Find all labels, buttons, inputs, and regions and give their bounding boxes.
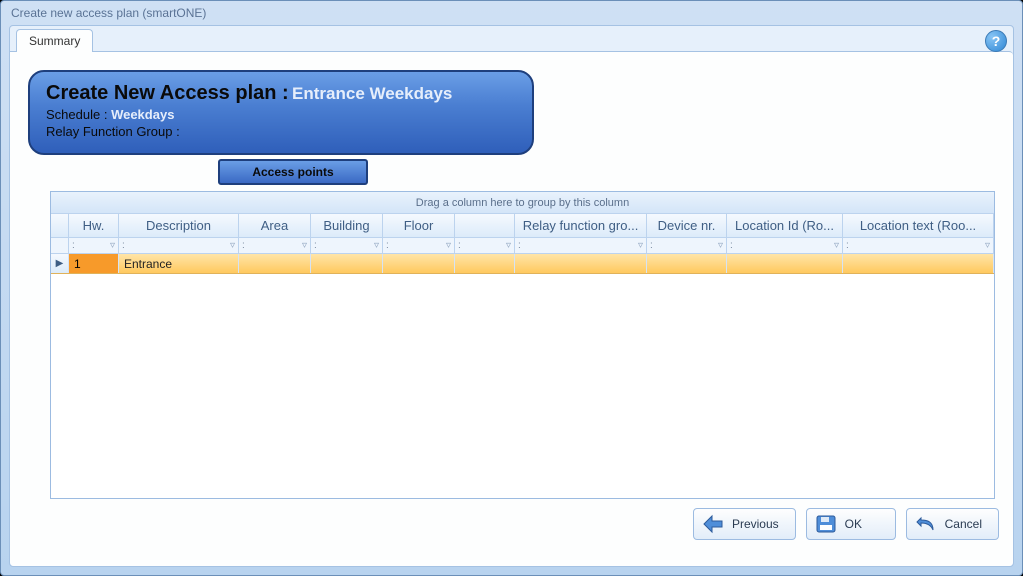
cell-floor[interactable]: [383, 254, 455, 273]
col-description[interactable]: Description: [119, 214, 239, 237]
previous-label: Previous: [732, 517, 779, 531]
tabs-row: Summary ?: [10, 26, 1013, 52]
previous-button[interactable]: Previous: [693, 508, 796, 540]
filter-icon[interactable]: ▿: [446, 240, 451, 251]
col-device-nr[interactable]: Device nr.: [647, 214, 727, 237]
filter-icon[interactable]: ▿: [718, 240, 723, 251]
window-titlebar: Create new access plan (smartONE): [1, 1, 1022, 25]
col-indicator: [51, 214, 69, 237]
section-tab-access-points[interactable]: Access points: [218, 159, 368, 185]
col-area[interactable]: Area: [239, 214, 311, 237]
tab-summary[interactable]: Summary: [16, 29, 93, 52]
tab-content: Create New Access plan : Entrance Weekda…: [10, 51, 1013, 566]
col-building[interactable]: Building: [311, 214, 383, 237]
filter-hw[interactable]: :▿: [69, 238, 119, 253]
filter-icon[interactable]: ▿: [834, 240, 839, 251]
filter-floor[interactable]: :▿: [383, 238, 455, 253]
filter-icon[interactable]: ▿: [302, 240, 307, 251]
grid-header-row: Hw. Description Area Building Floor Rela…: [51, 214, 994, 238]
cell-blank[interactable]: [455, 254, 515, 273]
col-blank[interactable]: [455, 214, 515, 237]
dialog-body: Summary ? Create New Access plan : Entra…: [9, 25, 1014, 567]
filter-description[interactable]: :▿: [119, 238, 239, 253]
save-icon: [815, 514, 837, 534]
help-icon[interactable]: ?: [985, 30, 1007, 52]
schedule-label: Schedule :: [46, 107, 107, 122]
arrow-left-icon: [702, 514, 724, 534]
ok-label: OK: [845, 517, 862, 531]
cell-area[interactable]: [239, 254, 311, 273]
schedule-value: Weekdays: [111, 107, 174, 122]
cell-location-text[interactable]: [843, 254, 994, 273]
filter-device-nr[interactable]: :▿: [647, 238, 727, 253]
filter-icon[interactable]: ▿: [374, 240, 379, 251]
cell-location-id[interactable]: [727, 254, 843, 273]
filter-indicator: [51, 238, 69, 253]
col-relay-function-group[interactable]: Relay function gro...: [515, 214, 647, 237]
filter-relay-function-group[interactable]: :▿: [515, 238, 647, 253]
window: Create new access plan (smartONE) Summar…: [0, 0, 1023, 576]
hero-panel: Create New Access plan : Entrance Weekda…: [28, 70, 534, 155]
col-floor[interactable]: Floor: [383, 214, 455, 237]
relay-group-label: Relay Function Group :: [46, 124, 180, 139]
hero-title-prefix: Create New Access plan :: [46, 82, 289, 104]
grid-filter-row: :▿ :▿ :▿ :▿ :▿ :▿ :▿ :▿ :▿ :▿: [51, 238, 994, 254]
col-hw[interactable]: Hw.: [69, 214, 119, 237]
filter-icon[interactable]: ▿: [638, 240, 643, 251]
col-location-id[interactable]: Location Id (Ro...: [727, 214, 843, 237]
cell-device-nr[interactable]: [647, 254, 727, 273]
table-row[interactable]: ▶ 1 Entrance: [51, 254, 994, 274]
window-title: Create new access plan (smartONE): [11, 6, 206, 20]
filter-area[interactable]: :▿: [239, 238, 311, 253]
cell-building[interactable]: [311, 254, 383, 273]
footer: Previous OK Cancel: [10, 499, 1013, 549]
grid-group-bar[interactable]: Drag a column here to group by this colu…: [51, 192, 994, 214]
filter-blank[interactable]: :▿: [455, 238, 515, 253]
col-location-text[interactable]: Location text (Roo...: [843, 214, 994, 237]
undo-icon: [915, 514, 937, 534]
row-indicator-icon: ▶: [51, 254, 69, 273]
grid: Drag a column here to group by this colu…: [50, 191, 995, 499]
filter-icon[interactable]: ▿: [506, 240, 511, 251]
filter-building[interactable]: :▿: [311, 238, 383, 253]
cell-description[interactable]: Entrance: [119, 254, 239, 273]
cancel-button[interactable]: Cancel: [906, 508, 999, 540]
filter-icon[interactable]: ▿: [110, 240, 115, 251]
cell-relay-function-group[interactable]: [515, 254, 647, 273]
hero-plan-name: Entrance Weekdays: [292, 84, 452, 103]
cell-hw[interactable]: 1: [69, 254, 119, 273]
filter-icon[interactable]: ▿: [985, 240, 990, 251]
cancel-label: Cancel: [945, 517, 982, 531]
filter-location-text[interactable]: :▿: [843, 238, 994, 253]
filter-location-id[interactable]: :▿: [727, 238, 843, 253]
ok-button[interactable]: OK: [806, 508, 896, 540]
filter-icon[interactable]: ▿: [230, 240, 235, 251]
